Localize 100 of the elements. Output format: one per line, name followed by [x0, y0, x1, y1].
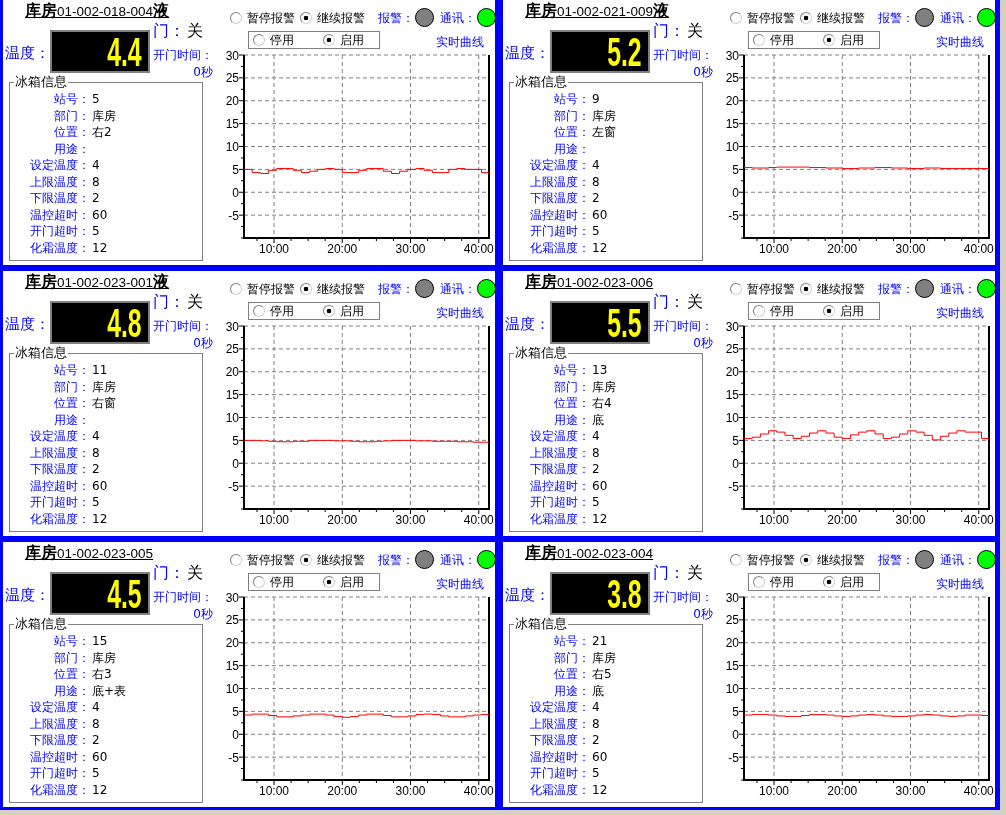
info-value: 底 — [592, 682, 604, 699]
info-value: 8 — [592, 444, 600, 461]
alarm-mode-radio[interactable]: 暂停报警 — [730, 10, 795, 25]
realtime-curve-link[interactable]: 实时曲线 — [436, 35, 484, 49]
radio-icon[interactable] — [730, 282, 742, 295]
enable-radio[interactable]: 启用 — [823, 33, 864, 47]
enable-radio[interactable]: 启用 — [823, 575, 864, 589]
info-value: 12 — [92, 239, 108, 256]
info-label: 上限温度： — [30, 444, 90, 461]
radio-icon[interactable] — [300, 11, 312, 24]
open-time-value: 0秒 — [693, 65, 713, 79]
radio-icon[interactable] — [230, 282, 242, 295]
info-value: 2 — [592, 190, 600, 207]
enable-radio[interactable]: 停用 — [753, 304, 794, 318]
realtime-curve-link[interactable]: 实时曲线 — [936, 35, 984, 49]
radio-icon[interactable] — [253, 305, 265, 317]
radio-icon[interactable] — [730, 11, 742, 24]
info-value: 4 — [592, 157, 600, 174]
tick-label: 0 — [732, 727, 739, 742]
radio-icon[interactable] — [823, 34, 835, 46]
alarm-mode-radio[interactable]: 暂停报警 — [730, 552, 795, 567]
tick-label: 5 — [232, 704, 239, 719]
info-value: 库房 — [92, 649, 116, 666]
alarm-mode-radio[interactable]: 暂停报警 — [730, 281, 795, 296]
info-value: 2 — [592, 732, 600, 749]
open-time-value: 0秒 — [193, 607, 213, 621]
realtime-curve-link[interactable]: 实时曲线 — [436, 306, 484, 320]
info-label: 位置： — [54, 395, 90, 412]
enable-radio[interactable]: 启用 — [323, 304, 364, 318]
enable-radio[interactable]: 停用 — [253, 33, 294, 47]
info-label: 设定温度： — [530, 157, 590, 174]
info-label: 化霜温度： — [30, 510, 90, 527]
radio-icon[interactable] — [253, 34, 265, 46]
radio-icon[interactable] — [823, 305, 835, 317]
realtime-curve-link[interactable]: 实时曲线 — [436, 577, 484, 591]
info-label: 化霜温度： — [530, 781, 590, 798]
radio-icon[interactable] — [800, 11, 812, 24]
enable-radio[interactable]: 启用 — [823, 304, 864, 318]
radio-icon[interactable] — [230, 553, 242, 566]
radio-icon[interactable] — [300, 553, 312, 566]
tick-label: 0 — [232, 456, 239, 471]
temperature-display: 4.8 — [50, 301, 150, 344]
radio-icon[interactable] — [323, 34, 335, 46]
info-value: 12 — [592, 781, 608, 798]
radio-icon[interactable] — [753, 305, 765, 317]
open-time-value: 0秒 — [193, 65, 213, 79]
door-label: 门： — [653, 293, 685, 311]
enable-radio[interactable]: 停用 — [253, 575, 294, 589]
radio-icon[interactable] — [230, 11, 242, 24]
radio-icon[interactable] — [753, 34, 765, 46]
info-label: 站号： — [54, 91, 90, 108]
info-value: 右4 — [592, 395, 612, 412]
indicator-label: 报警： — [378, 281, 414, 296]
radio-icon[interactable] — [323, 576, 335, 588]
indicator-label: 通讯： — [440, 10, 476, 25]
radio-icon[interactable] — [800, 282, 812, 295]
radio-icon[interactable] — [253, 576, 265, 588]
realtime-curve-link[interactable]: 实时曲线 — [936, 306, 984, 320]
enable-radio[interactable]: 停用 — [253, 304, 294, 318]
enable-radio[interactable]: 启用 — [323, 33, 364, 47]
open-time-label: 开门时间： — [153, 319, 213, 333]
realtime-curve-link[interactable]: 实时曲线 — [936, 577, 984, 591]
station-title: 库房01-002-023-004 — [525, 544, 654, 564]
alarm-mode-radio[interactable]: 继续报警 — [300, 552, 365, 567]
tick-label: 20 — [725, 365, 739, 380]
info-value: 4 — [592, 699, 600, 716]
enable-radio[interactable]: 停用 — [753, 575, 794, 589]
info-label: 化霜温度： — [530, 510, 590, 527]
alarm-mode-radio[interactable]: 继续报警 — [800, 281, 865, 296]
temperature-label: 温度： — [505, 44, 550, 62]
radio-icon[interactable] — [823, 576, 835, 588]
door-status: 关 — [687, 564, 703, 582]
info-value: 右3 — [92, 666, 112, 683]
indicator-label: 报警： — [878, 281, 914, 296]
radio-icon[interactable] — [753, 576, 765, 588]
tick-label: 0 — [732, 185, 739, 200]
info-value: 5 — [92, 223, 100, 240]
info-value: 2 — [92, 732, 100, 749]
alarm-mode-radio[interactable]: 继续报警 — [800, 552, 865, 567]
alarm-mode-radio[interactable]: 继续报警 — [300, 281, 365, 296]
info-value: 库房 — [92, 107, 116, 124]
temperature-label: 温度： — [5, 315, 50, 333]
alarm-mode-radio[interactable]: 继续报警 — [300, 10, 365, 25]
radio-icon[interactable] — [800, 553, 812, 566]
tick-label: 5 — [732, 433, 739, 448]
tick-label: 40:00 — [463, 784, 494, 798]
info-value: 60 — [92, 206, 108, 223]
enable-radio[interactable]: 启用 — [323, 575, 364, 589]
enable-radio[interactable]: 停用 — [753, 33, 794, 47]
alarm-mode-radio[interactable]: 暂停报警 — [230, 281, 295, 296]
alarm-mode-radio[interactable]: 暂停报警 — [230, 552, 295, 567]
indicator-label: 通讯： — [440, 281, 476, 296]
radio-icon[interactable] — [730, 553, 742, 566]
tick-label: 5 — [232, 433, 239, 448]
radio-icon[interactable] — [300, 282, 312, 295]
alarm-mode-radio[interactable]: 暂停报警 — [230, 10, 295, 25]
radio-icon[interactable] — [323, 305, 335, 317]
info-label: 开门超时： — [30, 494, 90, 511]
alarm-mode-radio[interactable]: 继续报警 — [800, 10, 865, 25]
info-label: 用途： — [54, 682, 90, 699]
